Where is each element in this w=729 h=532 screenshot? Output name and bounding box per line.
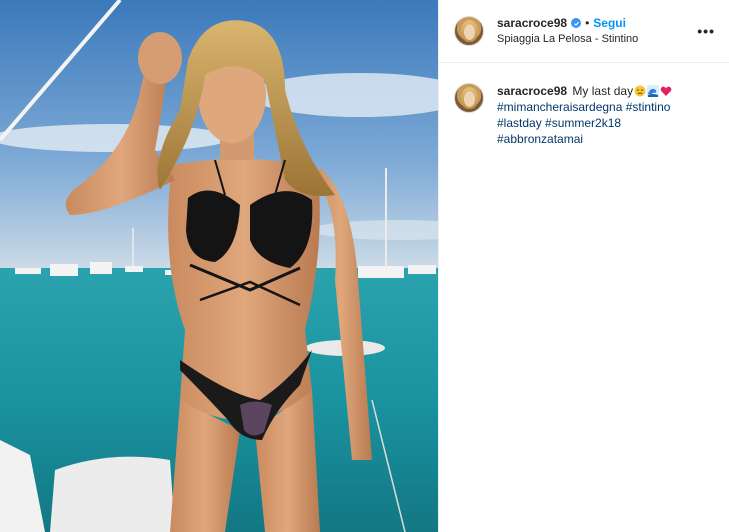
more-options-icon[interactable]: ••• xyxy=(697,23,715,39)
caption-username-link[interactable]: saracroce98 xyxy=(497,84,567,98)
hashtag-link[interactable]: #lastday xyxy=(497,116,542,130)
caption-comment: saracroce98 My last day #mimancheraisard… xyxy=(439,63,729,147)
username-link[interactable]: saracroce98 xyxy=(497,16,567,31)
hashtag-link[interactable]: #summer2k18 xyxy=(545,116,621,130)
sad-face-emoji xyxy=(634,85,646,97)
hashtag-link[interactable]: #abbronzatamai xyxy=(497,132,583,146)
hashtag-link[interactable]: #mimancheraisardegna xyxy=(497,100,622,114)
post-side-panel: saracroce98 • Segui Spiaggia La Pelosa -… xyxy=(438,0,729,532)
header-row: saracroce98 • Segui xyxy=(497,16,697,31)
location-link[interactable]: Spiaggia La Pelosa - Stintino xyxy=(497,32,697,47)
wave-emoji xyxy=(647,85,660,97)
caption-text: My last day xyxy=(572,84,634,98)
header-text: saracroce98 • Segui Spiaggia La Pelosa -… xyxy=(497,16,697,47)
post-photo[interactable] xyxy=(0,0,438,532)
post-header: saracroce98 • Segui Spiaggia La Pelosa -… xyxy=(439,0,729,63)
instagram-post: saracroce98 • Segui Spiaggia La Pelosa -… xyxy=(0,0,729,532)
red-heart-emoji xyxy=(660,86,672,96)
hashtag-link[interactable]: #stintino xyxy=(626,100,671,114)
separator-dot: • xyxy=(585,15,590,30)
beach-boat-photo xyxy=(0,0,438,532)
avatar[interactable] xyxy=(454,83,484,113)
hashtag-list: #mimancheraisardegna #stintino #lastday … xyxy=(497,99,672,147)
avatar[interactable] xyxy=(454,16,484,46)
caption-body: saracroce98 My last day #mimancheraisard… xyxy=(497,83,672,147)
verified-badge-icon xyxy=(571,18,582,28)
follow-button[interactable]: Segui xyxy=(593,16,626,31)
